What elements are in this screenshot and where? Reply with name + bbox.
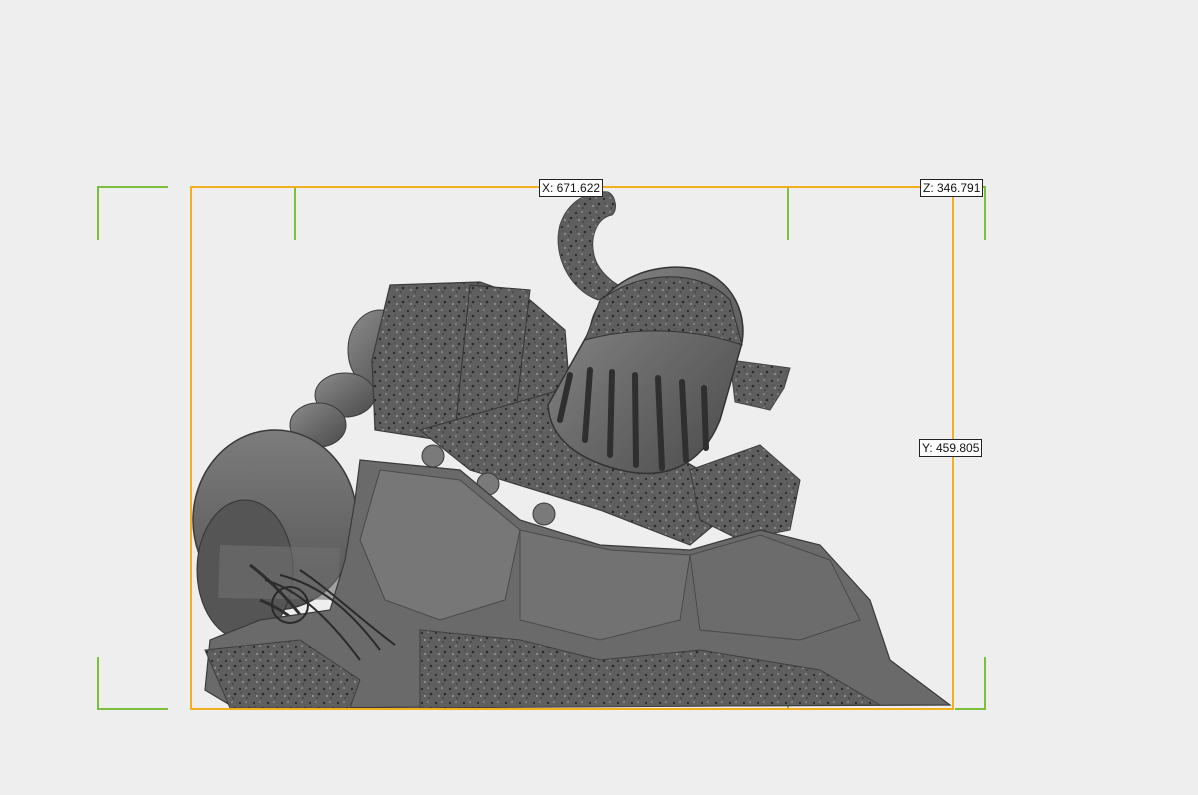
scene-canvas[interactable] [0,0,1198,795]
horn-shape [557,191,627,301]
robot-knight-model[interactable] [192,191,952,709]
dimension-x-label: X: 671.622 [539,179,604,197]
dimension-y-label: Y: 459.805 [919,439,983,457]
dimension-z-label: Z: 346.791 [920,179,984,197]
3d-viewport[interactable]: X: 671.622 Z: 346.791 Y: 459.805 [0,0,1198,795]
